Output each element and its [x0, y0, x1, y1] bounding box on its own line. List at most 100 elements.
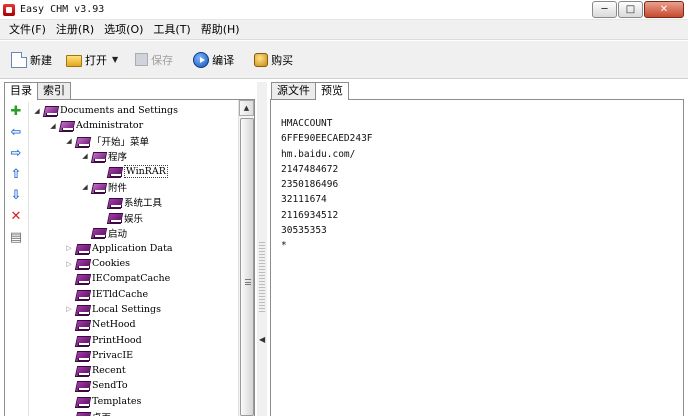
tree-expander-icon[interactable]: ◢ — [49, 122, 57, 130]
tree-action-strip: ✚ ⇦ ⇨ ⇧ ⇩ ✕ ▤ — [6, 102, 26, 249]
scroll-up-icon[interactable]: ▲ — [239, 100, 254, 116]
arrow-up-icon: ⇧ — [10, 166, 22, 182]
add-icon: ✚ — [10, 103, 22, 119]
new-button[interactable]: 新建 — [6, 46, 57, 74]
preview-line: 2350186496 — [281, 179, 339, 191]
tree-node-label: Cookies — [92, 258, 130, 269]
tree-expander-icon[interactable]: ▷ — [65, 305, 73, 313]
tree-node[interactable]: IETldCache — [65, 287, 148, 302]
tree-node[interactable]: ▷ Local Settings — [65, 302, 161, 317]
menu-help[interactable]: 帮助(H) — [196, 20, 245, 40]
tree-node-label: Application Data — [92, 242, 173, 254]
tree-node-label: IETldCache — [92, 288, 149, 300]
minimize-button[interactable]: ─ — [592, 1, 617, 18]
tree-node[interactable]: 娱乐 — [97, 210, 143, 225]
tree-node[interactable]: NetHood — [65, 317, 136, 332]
tree-node[interactable]: WinRAR — [97, 164, 168, 179]
book-icon — [76, 289, 90, 300]
tree-node[interactable]: ◢ 程序 — [81, 149, 127, 164]
arrow-left-button[interactable]: ⇦ — [7, 123, 25, 141]
book-icon — [76, 350, 90, 361]
book-icon — [92, 151, 106, 162]
compile-button-label: 编译 — [212, 53, 235, 67]
menu-options[interactable]: 选项(O) — [99, 20, 148, 40]
buy-button[interactable]: 购买 — [249, 46, 298, 74]
tree-expander-icon[interactable]: ◢ — [81, 152, 89, 160]
tree-node[interactable]: 桌面 — [65, 409, 111, 416]
arrow-down-button[interactable]: ⇩ — [7, 186, 25, 204]
tree-node[interactable]: IECompatCache — [65, 271, 170, 286]
tree-node-label: 「开始」菜单 — [92, 137, 150, 149]
preview-line: 2116934512 — [281, 209, 339, 221]
maximize-button[interactable]: □ — [618, 1, 643, 18]
left-tab-strip: 目录 索引 — [4, 82, 71, 100]
tree-expander-icon[interactable]: ▷ — [65, 244, 73, 252]
preview-line: 32111674 — [281, 194, 327, 206]
open-button-label: 打开 — [85, 53, 107, 67]
scroll-grip-icon — [245, 279, 251, 285]
app-logo-icon — [3, 3, 15, 16]
tree-node[interactable]: Recent — [65, 363, 126, 378]
book-icon — [92, 182, 106, 193]
tree-node-label: Templates — [92, 395, 142, 407]
tab-source[interactable]: 源文件 — [271, 82, 316, 99]
splitter-arrow-icon[interactable]: ◀ — [259, 335, 265, 344]
tree-node[interactable]: ◢ Documents and Settings — [33, 103, 178, 118]
close-button[interactable]: ✕ — [644, 1, 684, 18]
tree-node[interactable]: PrintHood — [65, 333, 142, 348]
folder-open-icon — [66, 55, 82, 67]
new-file-icon — [11, 51, 27, 68]
delete-button[interactable]: ✕ — [7, 207, 25, 225]
compile-play-icon — [193, 51, 210, 68]
tree-node[interactable]: ▷ Cookies — [65, 256, 130, 271]
new-button-label: 新建 — [30, 53, 52, 67]
open-dropdown-icon[interactable]: ▼ — [112, 55, 118, 64]
book-icon — [76, 304, 90, 315]
right-tab-strip: 源文件 预览 — [271, 82, 349, 100]
tab-index[interactable]: 索引 — [37, 82, 71, 99]
scroll-thumb[interactable] — [240, 118, 254, 416]
arrow-right-button[interactable]: ⇨ — [7, 144, 25, 162]
tab-preview[interactable]: 预览 — [315, 82, 349, 100]
tree-node[interactable]: 启动 — [81, 225, 127, 240]
arrow-up-button[interactable]: ⇧ — [7, 165, 25, 183]
menu-register[interactable]: 注册(R) — [51, 20, 99, 40]
properties-button[interactable]: ▤ — [7, 228, 25, 246]
panel-splitter[interactable]: ◀ — [257, 82, 267, 416]
tree-expander-icon[interactable]: ◢ — [33, 107, 41, 115]
tree-node[interactable]: SendTo — [65, 378, 128, 393]
tree-scrollbar[interactable]: ▲ — [238, 100, 254, 416]
tree-node[interactable]: ◢ Administrator — [49, 118, 143, 133]
compile-button[interactable]: 编译 — [188, 46, 239, 74]
tree-node[interactable]: Templates — [65, 394, 141, 409]
tree-expander-icon[interactable]: ▷ — [65, 260, 73, 268]
book-icon — [76, 243, 90, 254]
tree-node-label: Administrator — [76, 120, 144, 132]
book-icon — [76, 258, 90, 269]
tree-node-label: WinRAR — [124, 165, 168, 179]
buy-coin-icon — [254, 52, 269, 67]
tree-node[interactable]: ◢ 「开始」菜单 — [65, 134, 149, 149]
tree-node-label: 桌面 — [92, 410, 111, 416]
buy-button-label: 购买 — [271, 53, 294, 67]
open-button[interactable]: 打开 ▼ — [61, 46, 126, 74]
tree-node[interactable]: ▷ Application Data — [65, 241, 173, 256]
tree-node-label: Local Settings — [92, 303, 161, 315]
tree-node-label: 程序 — [108, 152, 128, 164]
tree-node[interactable]: PrivacIE — [65, 348, 133, 363]
book-icon — [76, 380, 90, 392]
tree-node[interactable]: ◢ 附件 — [81, 180, 127, 195]
tree-node[interactable]: 系统工具 — [97, 195, 162, 210]
tab-contents[interactable]: 目录 — [4, 82, 38, 100]
menu-file[interactable]: 文件(F) — [4, 20, 51, 40]
book-icon — [76, 273, 90, 285]
menu-tools[interactable]: 工具(T) — [148, 20, 195, 40]
save-button[interactable]: 保存 — [130, 46, 178, 74]
tree-expander-icon[interactable]: ◢ — [65, 137, 73, 145]
tree-expander-icon[interactable]: ◢ — [81, 183, 89, 191]
tree-node-label: Documents and Settings — [60, 105, 178, 116]
splitter-grip-icon — [259, 242, 265, 312]
tree-node-label: PrintHood — [92, 334, 142, 346]
preview-line: 2147484672 — [281, 163, 339, 175]
add-button[interactable]: ✚ — [7, 102, 25, 120]
